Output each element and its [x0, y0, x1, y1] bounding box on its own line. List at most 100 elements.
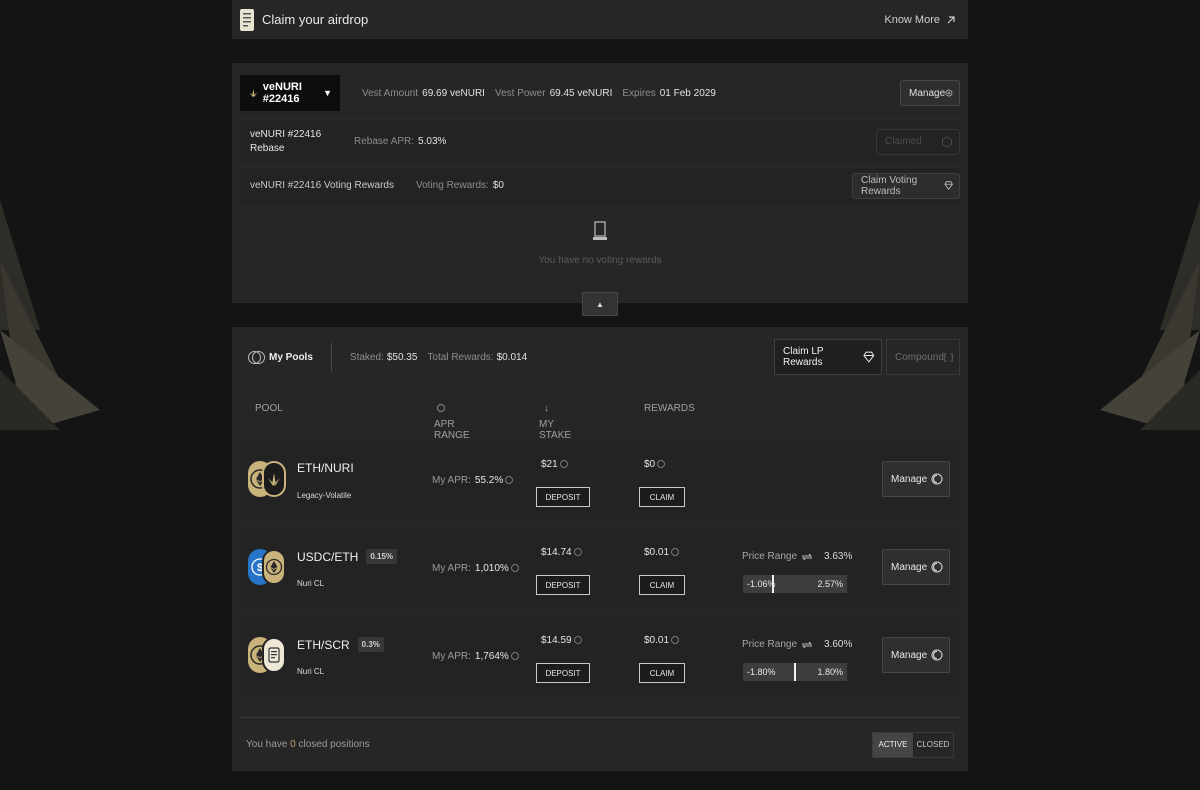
coin-icon [931, 649, 943, 661]
info-icon [573, 548, 582, 556]
pool-type: Nuri CL [297, 667, 325, 676]
eth-token-icon [262, 549, 286, 585]
closed-tab[interactable]: CLOSED [913, 733, 953, 757]
pool-type: Nuri CL [297, 579, 325, 588]
compound-button[interactable]: Compound [886, 339, 960, 375]
swap-arrows-icon [801, 641, 813, 648]
info-icon [510, 564, 519, 572]
caret-down-icon: ▼ [323, 88, 332, 98]
info-icon [559, 460, 568, 468]
manage-position-button[interactable]: Manage [882, 549, 950, 585]
range-high: 1.80% [817, 667, 843, 677]
current-price-marker [772, 575, 775, 593]
claim-button[interactable]: CLAIM [639, 663, 685, 683]
deposit-button[interactable]: DEPOSIT [536, 663, 590, 683]
price-range-label: Price Range [742, 551, 813, 562]
col-rewards: REWARDS [644, 403, 695, 414]
pools-header: My Pools Staked: $50.35 Total Rewards: $0.… [240, 339, 960, 375]
claim-lp-rewards-button[interactable]: Claim LP Rewards [774, 339, 882, 375]
info-icon [510, 652, 519, 660]
my-apr: My APR: 1,010% [432, 563, 519, 574]
venft-label: veNURI #22416 [262, 81, 302, 105]
price-range-label: Price Range [742, 639, 813, 650]
coin-icon [931, 561, 943, 573]
rewards-value: $0.01 [644, 635, 680, 646]
pool-name[interactable]: USDC/ETH 0.15% [297, 549, 398, 564]
fee-tier-badge: 0.3% [357, 637, 384, 652]
venft-selector[interactable]: veNURI #22416 ▼ [240, 75, 340, 111]
coin-icon [931, 473, 943, 485]
deposit-button[interactable]: DEPOSIT [536, 487, 590, 507]
active-tab[interactable]: ACTIVE [873, 732, 913, 757]
info-icon [671, 548, 680, 556]
vest-manage-button[interactable]: Manage [900, 80, 960, 106]
pool-row-usdc-eth: $ USDC/ETH 0.15% Nuri CL My APR: 1,010% $1… [240, 529, 960, 609]
no-voting-rewards-empty-state: You have no voting rewards [240, 203, 960, 283]
my-apr: My APR: 1,764% [432, 651, 519, 662]
vest-summary-row: veNURI #22416 ▼ Vest Amount 69.69 veNURI … [240, 75, 960, 111]
claim-voting-rewards-button[interactable]: Claim Voting Rewards [852, 172, 960, 199]
vest-expires: Expires 01 Feb 2029 [622, 87, 716, 99]
background-leaf-decoration-right [1100, 200, 1200, 430]
pools-table-header: POOL APR RANGE MY STAKE ↓ REWARDS [240, 387, 960, 441]
position-status-toggle: ACTIVE CLOSED [872, 731, 954, 758]
diamond-icon [944, 181, 953, 190]
token-pair-icons [248, 637, 288, 673]
pools-logo-icon [248, 350, 265, 364]
voting-rewards-value: Voting Rewards: $0 [415, 180, 504, 191]
pool-name[interactable]: ETH/SCR 0.3% [297, 637, 384, 652]
col-apr-range[interactable]: APR RANGE [434, 403, 470, 441]
rebase-apr: Rebase APR: 5.03% [354, 136, 447, 147]
know-more-link[interactable]: Know More [884, 14, 956, 26]
pool-name[interactable]: ETH/NURI [297, 461, 354, 475]
voting-rewards-title: veNURI #22416 Voting Rewards [250, 180, 394, 191]
hexagon-icon [942, 135, 952, 148]
scroll-icon [240, 8, 254, 31]
stake-value: $14.59 [541, 635, 582, 646]
scr-token-icon [262, 637, 286, 673]
col-pool: POOL [255, 403, 283, 414]
info-icon [671, 636, 680, 644]
vest-amount: Vest Amount 69.69 veNURI [362, 87, 485, 99]
collapse-panel-button[interactable]: ▲ [582, 292, 618, 316]
claim-button[interactable]: CLAIM [639, 487, 685, 507]
claimed-button[interactable]: Claimed [876, 128, 960, 155]
voting-rewards-row: veNURI #22416 Voting Rewards Voting Rewa… [240, 167, 960, 203]
know-more-label: Know More [884, 13, 940, 26]
info-icon [505, 476, 514, 484]
price-range-percent: 3.63% [824, 551, 853, 562]
info-icon [437, 404, 445, 412]
vest-power: Vest Power 69.45 veNURI [494, 87, 613, 99]
nuri-leaf-icon [249, 88, 258, 98]
airdrop-banner[interactable]: Claim your airdrop Know More [232, 0, 968, 39]
stake-value: $21 [541, 459, 568, 470]
compound-icon [944, 352, 953, 362]
col-my-stake[interactable]: MY STAKE ↓ [539, 403, 571, 441]
range-high: 2.57% [817, 579, 843, 589]
sort-desc-icon: ↓ [544, 403, 549, 414]
airdrop-title: Claim your airdrop [262, 12, 369, 27]
staked-value: Staked: $50.35 [349, 351, 418, 363]
current-price-marker [794, 663, 796, 681]
manage-position-button[interactable]: Manage [882, 461, 950, 497]
pool-row-eth-scr: ETH/SCR 0.3% Nuri CL My APR: 1,764% $14.59… [240, 617, 960, 697]
claim-button[interactable]: CLAIM [639, 575, 685, 595]
info-icon [573, 636, 582, 644]
background-leaf-decoration-left [0, 200, 100, 430]
vest-panel: veNURI #22416 ▼ Vest Amount 69.69 veNURI … [232, 63, 968, 316]
closed-positions-message: You have 0 closed positions [246, 739, 370, 750]
deposit-button[interactable]: DEPOSIT [536, 575, 590, 595]
price-range-percent: 3.60% [824, 639, 853, 650]
external-arrow-icon [947, 15, 955, 23]
range-low: -1.80% [747, 667, 776, 677]
swap-arrows-icon [801, 553, 813, 560]
token-pair-icons: $ [248, 549, 288, 585]
my-pools-panel: My Pools Staked: $50.35 Total Rewards: $0.… [232, 327, 968, 771]
rebase-row: veNURI #22416 Rebase Rebase APR: 5.03% Cl… [240, 119, 960, 163]
manage-position-button[interactable]: Manage [882, 637, 950, 673]
info-icon [657, 460, 666, 468]
nuri-token-icon [262, 461, 286, 497]
price-range-bar: -1.06% 2.57% [743, 575, 847, 593]
my-apr: My APR: 55.2% [432, 475, 514, 486]
empty-document-icon [593, 220, 607, 240]
